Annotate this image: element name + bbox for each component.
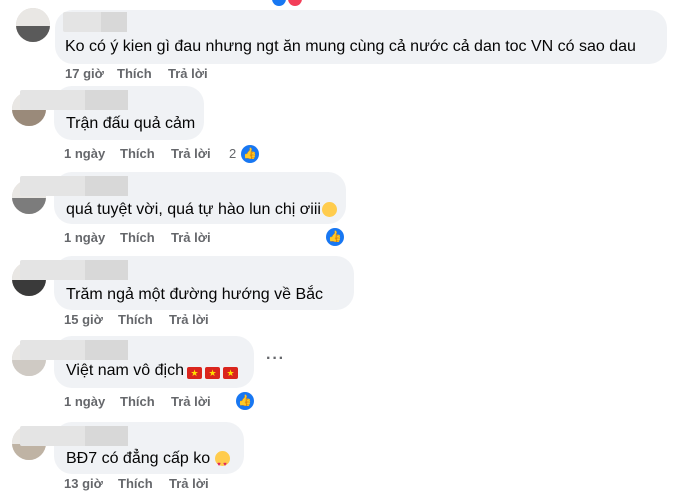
- comment-bubble: Trận đấu quả cảm: [20, 86, 204, 140]
- like-button[interactable]: Thích: [120, 146, 155, 162]
- reply-button[interactable]: Trả lời: [171, 230, 211, 246]
- comment-text: quá tuyệt vời, quá tự hào lun chị ơiii: [66, 200, 337, 220]
- like-button[interactable]: Thích: [118, 476, 153, 492]
- comment-text: Trận đấu quả cảm: [66, 115, 196, 132]
- comment-time[interactable]: 17 giờ: [65, 66, 104, 82]
- comment-bubble: BĐ7 có đẳng cấp ko ♥ ♥: [20, 422, 244, 474]
- commenter-name[interactable]: [20, 426, 128, 446]
- reply-button[interactable]: Trả lời: [169, 476, 209, 492]
- like-button[interactable]: Thích: [120, 394, 155, 410]
- comment-time[interactable]: 13 giờ: [64, 476, 103, 492]
- comment-text: Trăm ngả một đường hướng về Bắc: [66, 286, 324, 303]
- thumbs-up-icon[interactable]: 👍: [326, 228, 344, 246]
- commenter-name[interactable]: [20, 90, 128, 110]
- commenter-name[interactable]: [20, 260, 128, 280]
- reply-button[interactable]: Trả lời: [168, 66, 208, 82]
- like-button[interactable]: Thích: [118, 312, 153, 328]
- comment-bubble: Trăm ngả một đường hướng về Bắc: [20, 256, 354, 310]
- top-reaction-cluster[interactable]: [268, 0, 308, 8]
- comment-bubble: Ko có ý kien gì đau nhưng ngt ăn mung cù…: [55, 10, 667, 64]
- comment-text: BĐ7 có đẳng cấp ko ♥ ♥: [66, 449, 231, 469]
- vietnam-flag-emoji: ★: [205, 367, 220, 379]
- comment-time[interactable]: 15 giờ: [64, 312, 103, 328]
- more-options-icon[interactable]: ···: [266, 350, 285, 368]
- reaction-count[interactable]: 2: [229, 145, 236, 163]
- thumbs-up-icon[interactable]: 👍: [236, 392, 254, 410]
- comment-time[interactable]: 1 ngày: [64, 146, 105, 162]
- vietnam-flag-emoji: ★: [187, 367, 202, 379]
- comment-bubble: Việt nam vô địch ★ ★ ★: [20, 336, 254, 388]
- reply-button[interactable]: Trả lời: [171, 394, 211, 410]
- commenter-name[interactable]: [63, 12, 127, 32]
- like-button[interactable]: Thích: [120, 230, 155, 246]
- vietnam-flag-emoji: ★: [223, 367, 238, 379]
- like-reaction-icon: [272, 0, 286, 6]
- comment-time[interactable]: 1 ngày: [64, 230, 105, 246]
- avatar[interactable]: [16, 8, 50, 42]
- reply-button[interactable]: Trả lời: [169, 312, 209, 328]
- comment-time[interactable]: 1 ngày: [64, 394, 105, 410]
- thumbs-up-icon[interactable]: 👍: [241, 145, 259, 163]
- like-button[interactable]: Thích: [117, 66, 152, 82]
- reply-button[interactable]: Trả lời: [171, 146, 211, 162]
- worried-face-emoji: [321, 202, 337, 217]
- comment-text: Ko có ý kien gì đau nhưng ngt ăn mung cù…: [65, 38, 636, 55]
- commenter-name[interactable]: [20, 340, 128, 360]
- heart-eyes-emoji: ♥ ♥: [215, 451, 231, 468]
- commenter-name[interactable]: [20, 176, 128, 196]
- comment-bubble: quá tuyệt vời, quá tự hào lun chị ơiii: [20, 172, 346, 224]
- comment-text: Việt nam vô địch ★ ★ ★: [66, 361, 238, 381]
- love-reaction-icon: [288, 0, 302, 6]
